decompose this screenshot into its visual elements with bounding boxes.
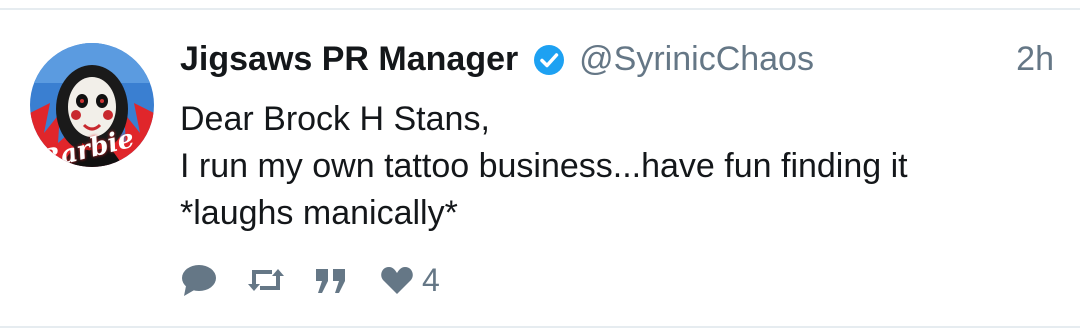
tweet-text: Dear Brock H Stans, I run my own tattoo … [180,96,1050,237]
quote-icon [316,269,345,293]
retweet-button[interactable] [246,260,286,300]
timestamp[interactable]: 2h [1016,40,1054,79]
tweet-header: Jigsaws PR Manager @SyrinicChaos [180,40,814,84]
tweet-text-line: *laughs manically* [180,194,458,232]
tweet-text-line: I run my own tattoo business...have fun … [180,147,908,185]
author-handle[interactable]: @SyrinicChaos [579,40,814,78]
avatar[interactable]: Barbie [30,43,154,167]
verified-badge-icon [533,44,565,76]
reply-button[interactable] [180,260,218,300]
reply-bubble-icon [182,265,216,296]
retweet-icon [248,269,284,291]
quote-button[interactable] [314,260,348,300]
bottom-divider [0,326,1080,328]
like-button[interactable]: 4 [380,260,440,300]
tweet-text-line: Dear Brock H Stans, [180,100,490,138]
author-name[interactable]: Jigsaws PR Manager [180,40,518,78]
heart-icon [381,267,413,294]
tweet-card[interactable]: Barbie Jigsaws PR Manager @SyrinicChaos … [0,10,1080,326]
like-count: 4 [422,261,440,298]
